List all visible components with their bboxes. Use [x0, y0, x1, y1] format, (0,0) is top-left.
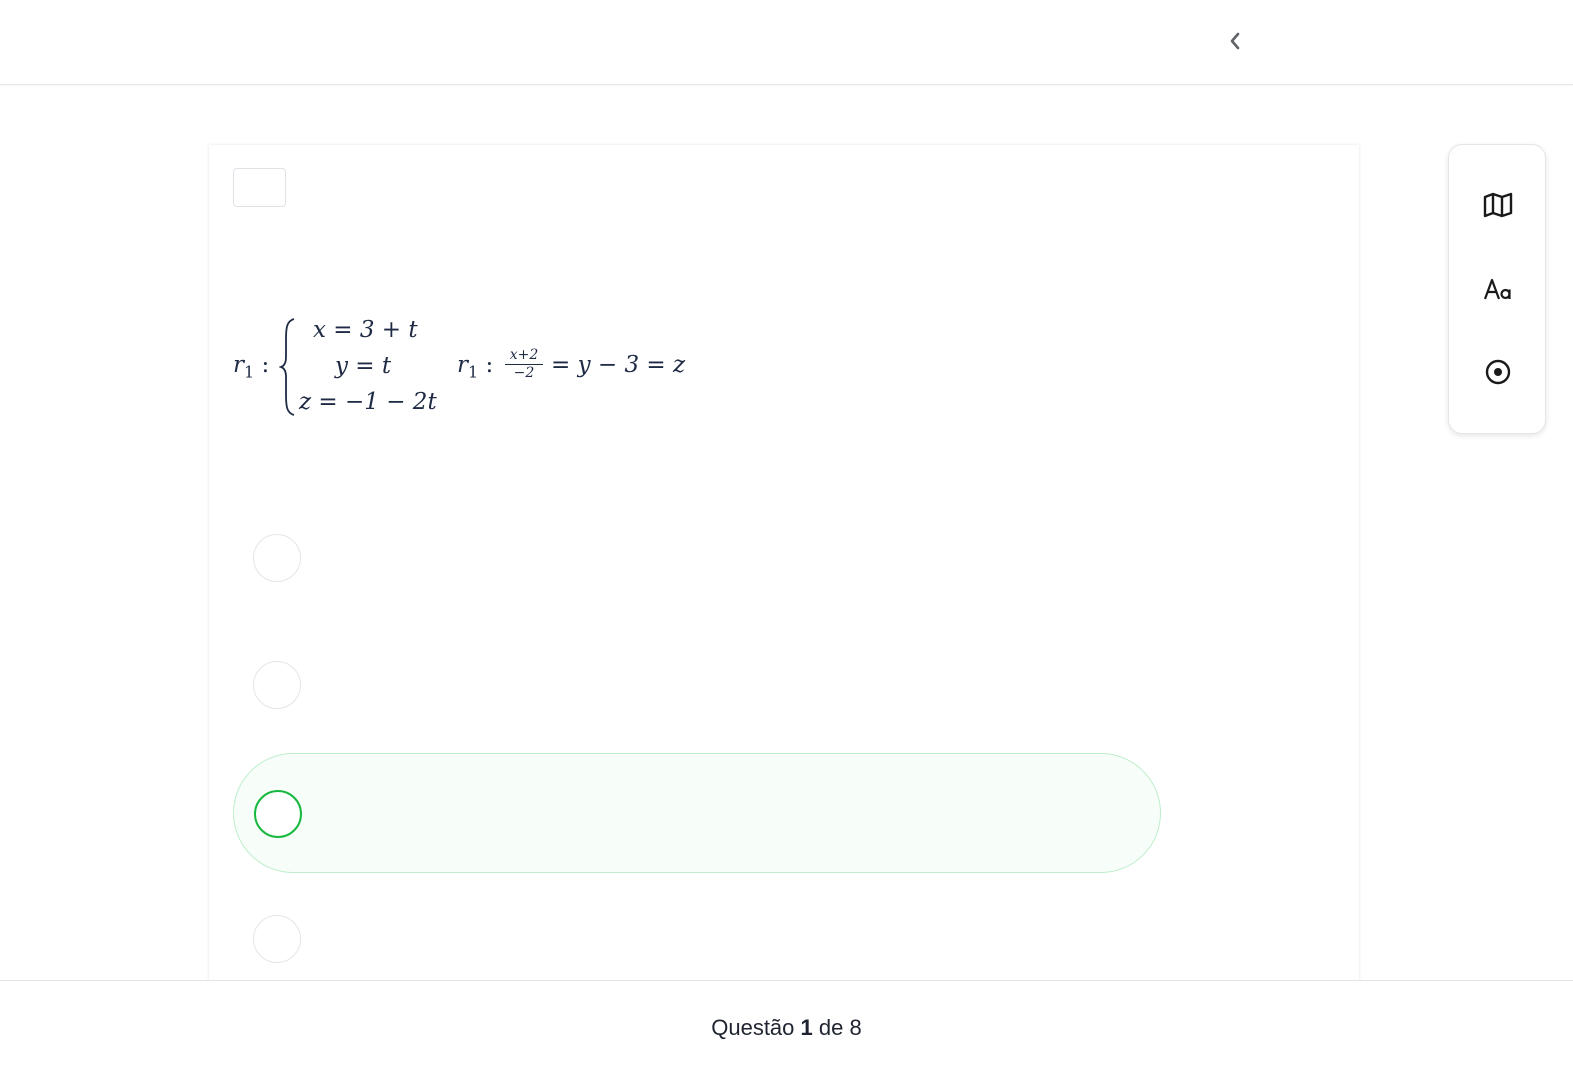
- question-card: r1 : x = 3 + t y = t z = −1 − 2t r1 : x+…: [209, 145, 1359, 981]
- chevron-left-icon: [1230, 32, 1240, 50]
- target-icon: [1485, 359, 1511, 385]
- fraction-numerator: x+2: [509, 347, 539, 363]
- question-tag: [233, 168, 286, 207]
- option-radio[interactable]: [253, 915, 301, 963]
- answer-option-3[interactable]: [233, 753, 1161, 873]
- counter-total: 8: [849, 1015, 862, 1040]
- counter-prefix: Questão: [711, 1015, 795, 1040]
- top-bar: [0, 0, 1573, 85]
- side-toolbar: [1448, 144, 1546, 434]
- formula-fraction: x+2 −2: [503, 348, 545, 381]
- system-line-2: y = t: [335, 353, 392, 379]
- formula-r1b-label: r1 :: [457, 352, 494, 382]
- option-radio[interactable]: [254, 790, 302, 838]
- font-size-icon: [1483, 278, 1511, 300]
- question-formula: r1 : x = 3 + t y = t z = −1 − 2t r1 : x+…: [231, 313, 751, 423]
- option-radio[interactable]: [253, 534, 301, 582]
- answer-option-1[interactable]: [233, 498, 1161, 618]
- formula-rest: = y − 3 = z: [551, 352, 686, 378]
- system-line-3: z = −1 − 2t: [299, 389, 437, 415]
- target-button[interactable]: [1478, 352, 1518, 392]
- map-icon: [1483, 192, 1513, 218]
- question-counter: Questão 1 de 8: [0, 1015, 1573, 1041]
- map-button[interactable]: [1478, 185, 1518, 225]
- formula-r1-label: r1 :: [233, 352, 270, 382]
- counter-current: 1: [800, 1015, 813, 1040]
- font-size-button[interactable]: [1478, 270, 1518, 310]
- back-button[interactable]: [1222, 28, 1248, 54]
- fraction-denominator: −2: [513, 365, 535, 381]
- system-line-1: x = 3 + t: [313, 317, 418, 343]
- system-brace: [279, 318, 295, 416]
- footer: Questão 1 de 8: [0, 980, 1573, 1079]
- option-radio[interactable]: [253, 661, 301, 709]
- counter-middle: de: [818, 1015, 844, 1040]
- answer-option-2[interactable]: [233, 625, 1161, 745]
